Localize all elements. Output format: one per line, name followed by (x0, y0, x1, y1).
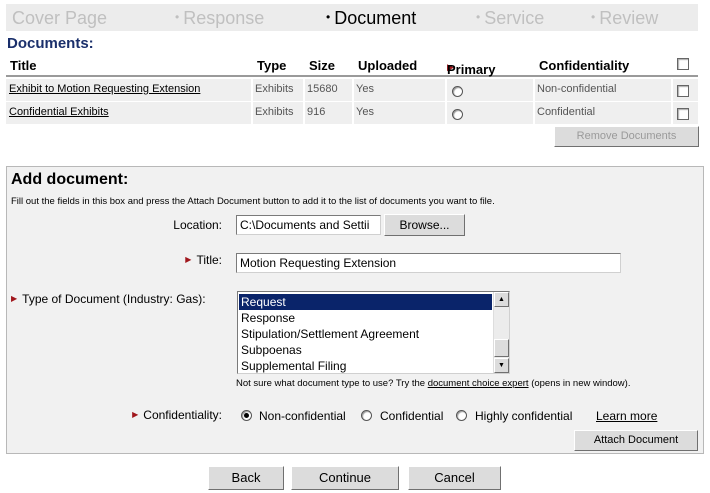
cell-divider (533, 102, 535, 124)
attach-document-button[interactable]: Attach Document (574, 430, 698, 451)
add-document-title: Add document: (11, 171, 129, 188)
confidential-label: Confidential (380, 409, 444, 423)
col-type: Type (257, 58, 287, 73)
back-button[interactable]: Back (208, 466, 284, 490)
step-dot-icon: • (175, 10, 180, 24)
document-size: 15680 (307, 83, 338, 95)
type-of-document-label-text: Type of Document (Industry: Gas): (22, 292, 206, 306)
confidentiality-label-text: Confidentiality: (143, 408, 222, 422)
step-service[interactable]: • Service (476, 8, 544, 29)
add-document-instructions: Fill out the fields in this box and pres… (11, 196, 495, 207)
non-confidential-label: Non-confidential (259, 409, 346, 423)
table-row: Confidential Exhibits Exhibits 916 Yes C… (6, 102, 698, 124)
document-type-option[interactable]: Response (239, 310, 492, 326)
document-choice-expert-link[interactable]: document choice expert (428, 378, 529, 389)
location-label: Location: (173, 218, 222, 232)
primary-radio[interactable] (452, 86, 463, 97)
non-confidential-radio[interactable] (241, 410, 252, 421)
step-cover-page[interactable]: Cover Page (12, 8, 107, 29)
table-row: Exhibit to Motion Requesting Extension E… (6, 79, 698, 101)
cell-divider (352, 79, 354, 101)
document-type-option[interactable]: Stipulation/Settlement Agreement (239, 326, 492, 342)
cell-divider (671, 102, 673, 124)
title-label: ▶ Title: (185, 253, 222, 267)
step-dot-icon: • (476, 10, 481, 24)
step-review[interactable]: • Review (591, 8, 658, 29)
red-triangle-icon: ▶ (185, 255, 192, 264)
document-size: 916 (307, 106, 326, 118)
document-type-option[interactable]: Subpoenas (239, 342, 492, 358)
cell-divider (445, 102, 447, 124)
title-label-text: Title: (196, 253, 222, 267)
highly-confidential-label: Highly confidential (475, 409, 573, 423)
cell-divider (445, 79, 447, 101)
cell-divider (671, 79, 673, 101)
table-header: Title Type Size Uploaded ▶ Primary Confid… (6, 54, 698, 77)
documents-heading: Documents: (7, 35, 94, 52)
col-primary-label: Primary (447, 62, 496, 77)
continue-button[interactable]: Continue (291, 466, 399, 490)
listbox-scrollbar[interactable]: ▲ ▼ (493, 292, 509, 373)
document-confidentiality: Confidential (537, 106, 596, 118)
learn-more-link[interactable]: Learn more (596, 409, 657, 423)
primary-radio[interactable] (452, 109, 463, 120)
document-title-link[interactable]: Confidential Exhibits (9, 106, 109, 118)
red-triangle-icon: ▶ (11, 294, 18, 303)
col-uploaded: Uploaded (358, 58, 418, 73)
col-size: Size (309, 58, 336, 73)
col-title: Title (10, 58, 37, 73)
hint-suffix: (opens in new window). (531, 378, 631, 389)
cell-divider (533, 79, 535, 101)
scroll-up-arrow-icon[interactable]: ▲ (494, 292, 509, 307)
step-label: Cover Page (12, 8, 108, 28)
document-uploaded: Yes (356, 83, 374, 95)
document-type-listbox[interactable]: Request Response Stipulation/Settlement … (237, 291, 510, 374)
red-triangle-icon: ▶ (132, 410, 139, 419)
cell-divider (352, 102, 354, 124)
step-response[interactable]: • Response (175, 8, 264, 29)
confidential-radio[interactable] (361, 410, 372, 421)
step-label: Response (183, 8, 265, 28)
col-confidentiality: Confidentiality (539, 58, 630, 73)
scroll-down-arrow-icon[interactable]: ▼ (494, 358, 509, 373)
step-navigation: Cover Page • Response • Document • Service … (6, 4, 698, 31)
document-type: Exhibits (255, 83, 294, 95)
step-label: Review (599, 8, 659, 28)
step-label: Document (334, 8, 417, 28)
browse-button[interactable]: Browse... (384, 214, 465, 236)
type-of-document-label: ▶ Type of Document (Industry: Gas): (11, 292, 206, 306)
document-type-option[interactable]: Request (239, 294, 492, 310)
step-document[interactable]: • Document (326, 8, 416, 29)
cell-divider (251, 79, 253, 101)
cancel-button[interactable]: Cancel (408, 466, 501, 490)
row-select-checkbox[interactable] (677, 108, 689, 120)
document-confidentiality: Non-confidential (537, 83, 617, 95)
cell-divider (303, 102, 305, 124)
add-document-panel: Add document: Fill out the fields in thi… (6, 166, 704, 454)
location-input[interactable]: C:\Documents and Settii (236, 215, 381, 235)
step-label: Service (484, 8, 545, 28)
cell-divider (251, 102, 253, 124)
remove-documents-button[interactable]: Remove Documents (554, 126, 699, 147)
cell-divider (303, 79, 305, 101)
row-select-checkbox[interactable] (677, 85, 689, 97)
document-title-link[interactable]: Exhibit to Motion Requesting Extension (9, 83, 200, 95)
title-input[interactable]: Motion Requesting Extension (236, 253, 621, 273)
step-dot-icon: • (591, 10, 596, 24)
document-type-hint: Not sure what document type to use? Try … (236, 378, 630, 389)
highly-confidential-radio[interactable] (456, 410, 467, 421)
step-dot-icon: • (326, 10, 331, 24)
select-all-checkbox[interactable] (677, 58, 689, 70)
document-type: Exhibits (255, 106, 294, 118)
document-uploaded: Yes (356, 106, 374, 118)
hint-prefix: Not sure what document type to use? Try … (236, 378, 426, 389)
confidentiality-label: ▶ Confidentiality: (132, 408, 222, 422)
scrollbar-thumb[interactable] (494, 339, 509, 357)
document-type-option[interactable]: Supplemental Filing (239, 358, 492, 373)
